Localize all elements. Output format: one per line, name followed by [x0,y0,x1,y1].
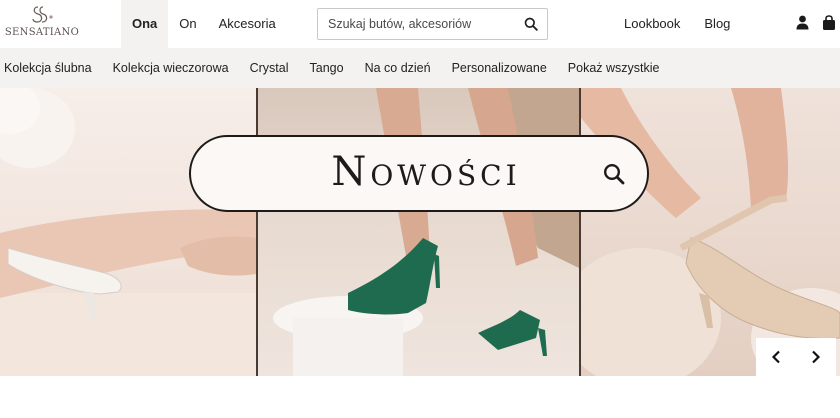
subnav-item-personalizowane[interactable]: Personalizowane [448,61,547,75]
hero-panel-bridal-pump[interactable] [0,88,256,376]
hero-title: Nowości [331,149,521,195]
top-header: SENSATIANO Ona On Akcesoria Lookbook Blo… [0,0,840,48]
green-sandal-image [273,88,579,376]
chevron-right-icon [812,350,821,364]
blog-link[interactable]: Blog [692,0,742,48]
subnav-item-na-co-dzien[interactable]: Na co dzień [361,61,431,75]
category-subnav: Kolekcja ślubna Kolekcja wieczorowa Crys… [0,48,840,88]
subnav-item-crystal[interactable]: Crystal [246,61,289,75]
hero-title-pill[interactable]: Nowości [189,135,649,212]
brand-name: SENSATIANO [4,27,80,38]
nav-item-ona[interactable]: Ona [121,0,169,48]
search-input[interactable] [318,9,518,39]
champagne-sandal-image [581,88,840,376]
hero-panel-green-sandal[interactable] [258,88,579,376]
carousel-controls [756,338,836,376]
bridal-pump-image [0,88,256,376]
lookbook-link[interactable]: Lookbook [612,0,692,48]
carousel-next-button[interactable] [796,338,836,376]
brand-logo[interactable]: SENSATIANO [2,4,82,44]
hero-banner[interactable]: Nowości [0,88,840,376]
subnav-item-pokaz-wszystkie[interactable]: Pokaż wszystkie [564,61,660,75]
right-nav: Lookbook Blog [612,0,742,48]
nav-item-akcesoria[interactable]: Akcesoria [208,0,287,48]
main-nav: Ona On Akcesoria [121,0,287,48]
search-icon[interactable] [524,17,538,36]
user-icon[interactable] [796,15,809,35]
subnav-item-kolekcja-slubna[interactable]: Kolekcja ślubna [0,61,92,75]
subnav-item-kolekcja-wieczorowa[interactable]: Kolekcja wieczorowa [109,61,229,75]
logo-mark-icon [32,6,53,23]
nav-item-on[interactable]: On [168,0,207,48]
shopping-bag-icon[interactable] [822,15,836,36]
subnav-item-tango[interactable]: Tango [306,61,344,75]
search-icon[interactable] [603,163,625,190]
hero-panel-champagne-sandal[interactable] [581,88,840,376]
carousel-prev-button[interactable] [756,338,796,376]
search-box [317,8,548,40]
chevron-left-icon [771,350,780,364]
page-below-hero [0,376,840,418]
